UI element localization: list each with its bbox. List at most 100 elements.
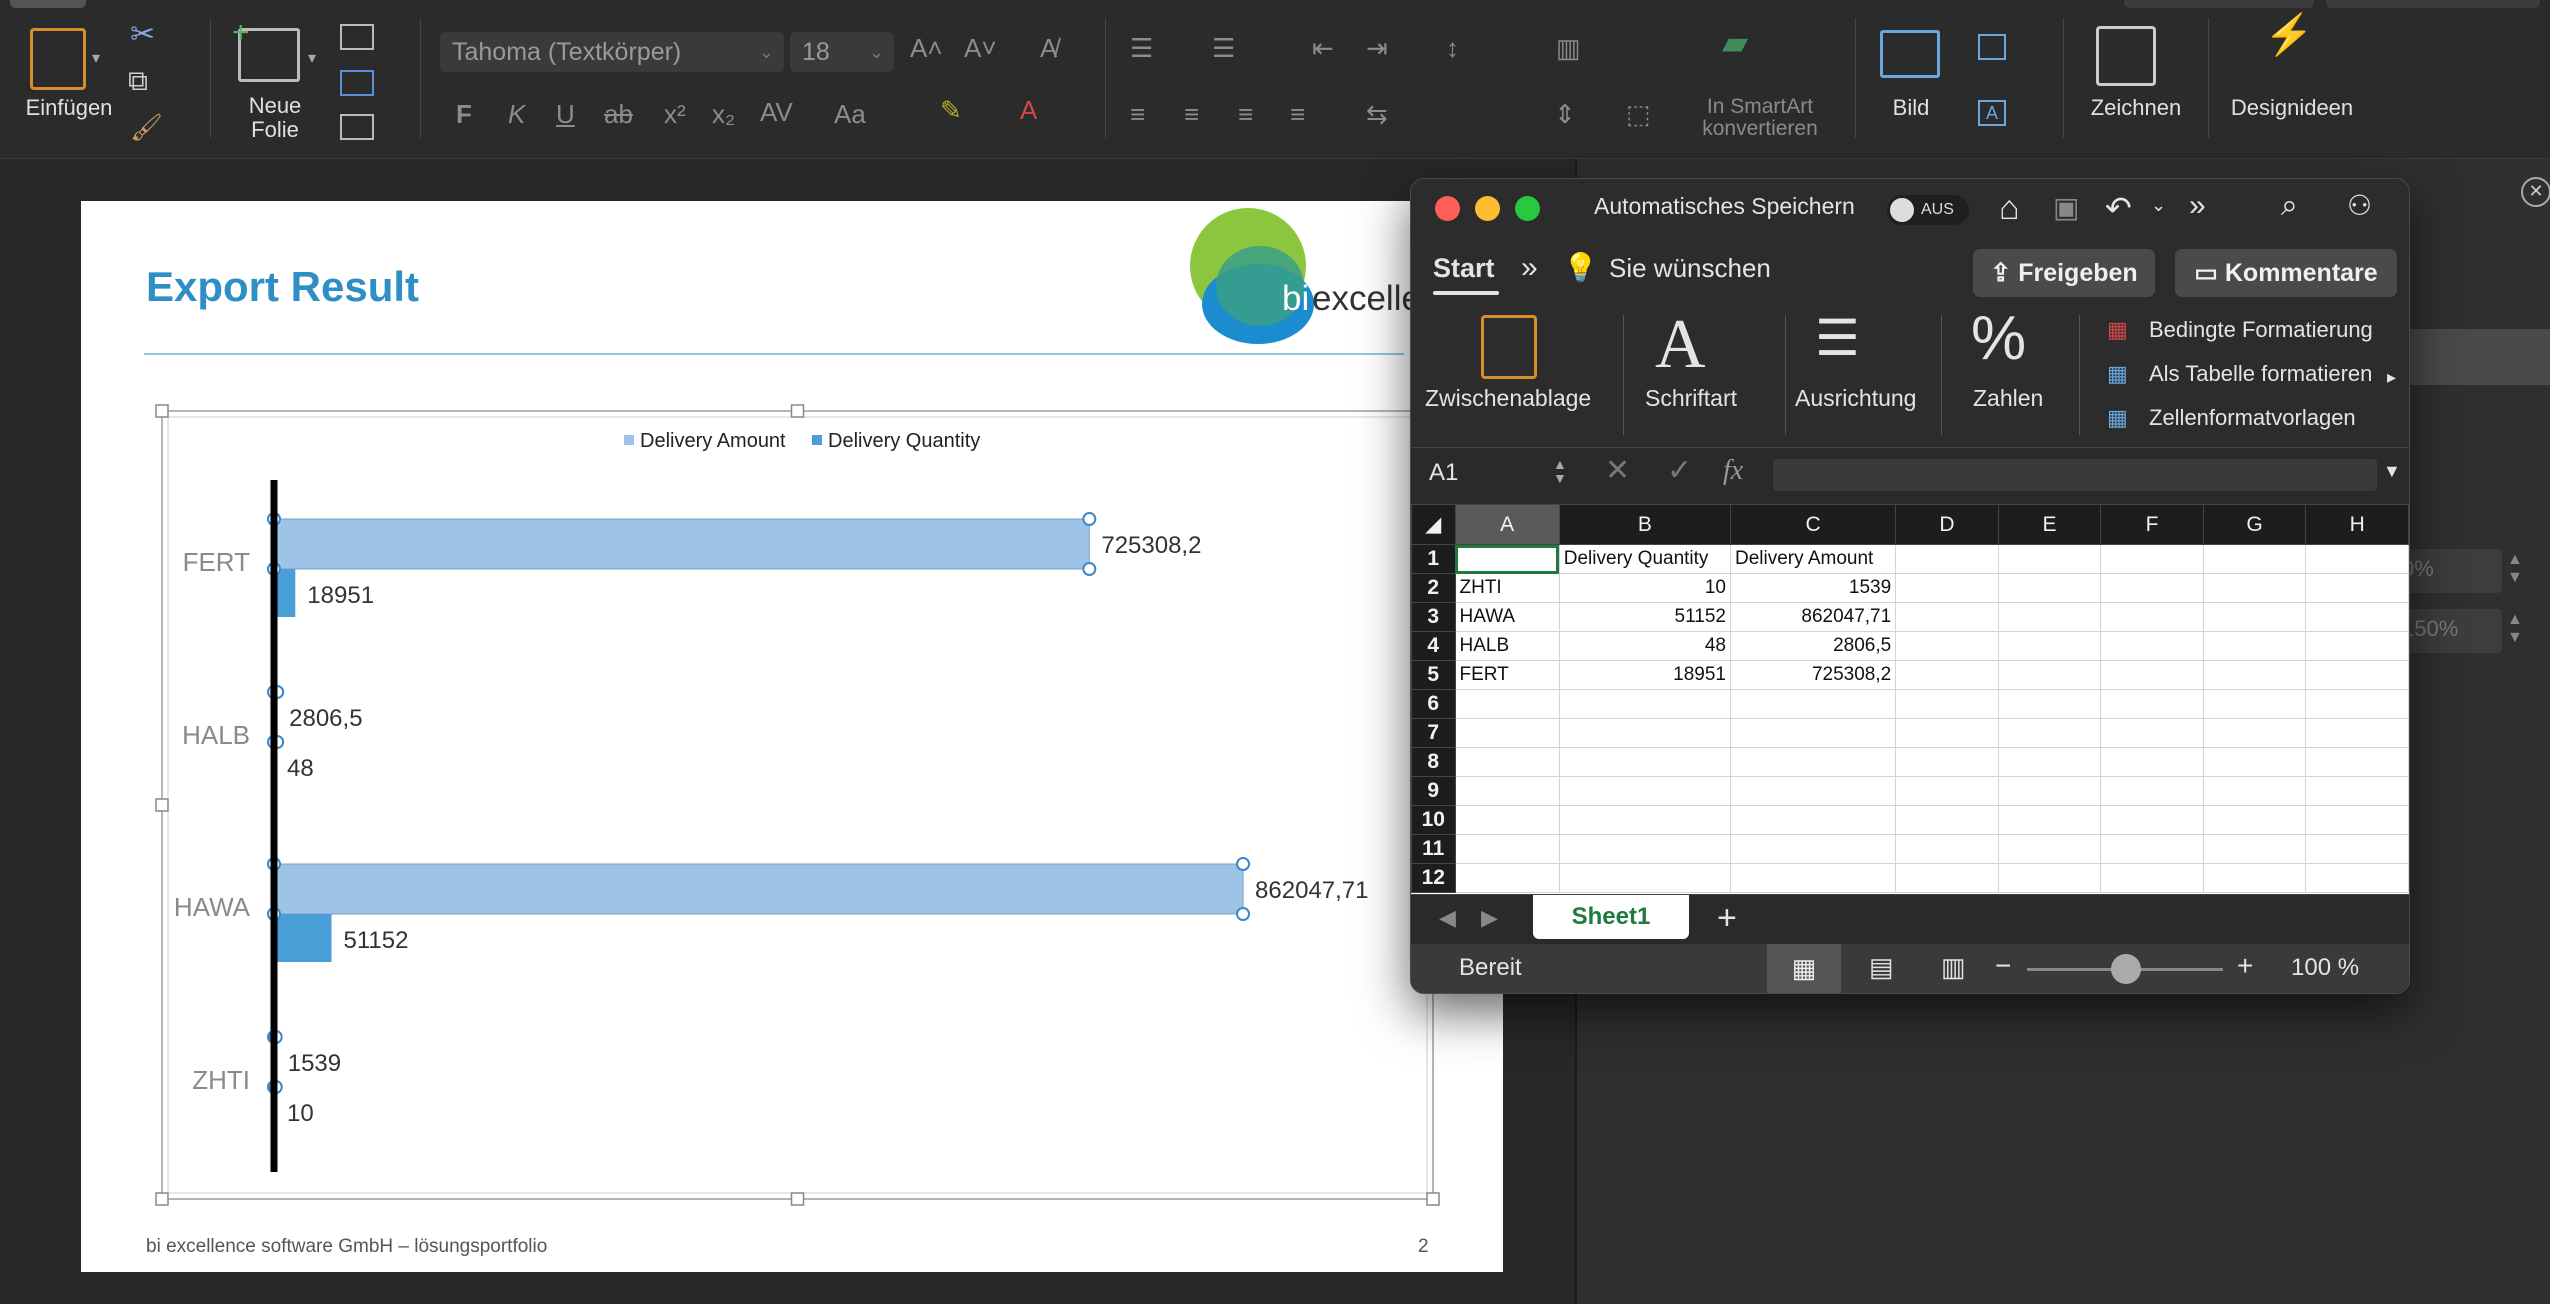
cell-empty[interactable] <box>1997 689 2102 719</box>
cell-empty[interactable] <box>2305 718 2409 748</box>
cell-empty[interactable] <box>2100 602 2204 632</box>
cell-empty[interactable] <box>1997 863 2102 893</box>
ribbon-top-button[interactable] <box>2124 0 2314 8</box>
cell-a2[interactable]: ZHTI <box>1454 573 1560 603</box>
clipboard-icon[interactable] <box>1481 315 1537 379</box>
cell-a8[interactable] <box>1454 747 1560 777</box>
cell-empty[interactable] <box>2202 834 2307 864</box>
cell-a5[interactable]: FERT <box>1454 660 1560 690</box>
cell-c2[interactable]: 1539 <box>1729 573 1897 603</box>
tell-me-field[interactable]: Sie wünschen <box>1609 253 1771 284</box>
column-header[interactable]: G <box>2202 504 2307 545</box>
autosave-toggle[interactable]: AUS <box>1887 195 1969 225</box>
excel-window[interactable]: Automatisches Speichern AUS ⌂ ▣ ↶ ⌄ » ⌕ … <box>1410 178 2410 994</box>
zoom-in-button[interactable]: + <box>2237 950 2253 982</box>
page-break-icon[interactable]: ▥ <box>1941 952 1966 983</box>
cell-empty[interactable] <box>1895 863 1999 893</box>
cell-empty[interactable] <box>2305 573 2409 603</box>
number-group[interactable]: Zahlen <box>1973 385 2043 412</box>
more-commands-icon[interactable]: » <box>2189 189 2206 223</box>
cell-empty[interactable] <box>2305 631 2409 661</box>
share-button[interactable]: ⇪ Freigeben <box>1973 249 2155 297</box>
enter-icon[interactable]: ✓ <box>1667 453 1692 488</box>
row-header[interactable]: 2 <box>1411 573 1456 603</box>
row-header[interactable]: 7 <box>1411 718 1456 748</box>
cell-a1[interactable] <box>1454 544 1560 574</box>
cell-empty[interactable] <box>1895 805 1999 835</box>
cell-b4[interactable]: 48 <box>1558 631 1731 661</box>
smartart-icon[interactable]: ▰ <box>1722 26 1792 68</box>
cell-empty[interactable] <box>2305 689 2409 719</box>
cell-empty[interactable] <box>2305 544 2409 574</box>
cell-empty[interactable] <box>1895 602 1999 632</box>
cell-empty[interactable] <box>2305 747 2409 777</box>
ribbon-scroll-right-icon[interactable]: ▸ <box>2387 367 2396 388</box>
chevron-down-icon[interactable]: ⌄ <box>2151 195 2166 216</box>
cell-empty[interactable] <box>2305 776 2409 806</box>
page-layout-icon[interactable]: ▤ <box>1869 952 1894 983</box>
alignment-group[interactable]: Ausrichtung <box>1795 385 1916 412</box>
sheet-tab-active[interactable]: Sheet1 <box>1533 895 1689 939</box>
row-header[interactable]: 12 <box>1411 863 1456 893</box>
cell-b8[interactable] <box>1558 747 1731 777</box>
percent-icon[interactable]: % <box>1971 303 2026 374</box>
zoom-window-button[interactable] <box>1515 196 1540 221</box>
cell-empty[interactable] <box>2100 834 2204 864</box>
cell-b12[interactable] <box>1558 863 1731 893</box>
clipboard-group[interactable]: Zwischenablage <box>1425 385 1591 412</box>
cell-empty[interactable] <box>2100 863 2204 893</box>
cell-empty[interactable] <box>1997 631 2102 661</box>
row-header[interactable]: 9 <box>1411 776 1456 806</box>
account-icon[interactable]: ⚇ <box>2347 189 2372 222</box>
draw-button[interactable]: Zeichnen <box>2076 96 2196 120</box>
bar-handle[interactable] <box>1082 562 1097 576</box>
zoom-level[interactable]: 100 % <box>2291 954 2359 982</box>
cell-c5[interactable]: 725308,2 <box>1729 660 1897 690</box>
picture-button[interactable]: Bild <box>1866 96 1956 120</box>
chart-marks[interactable]: FERT 725308,2 18951 HALB 2806,5 48 HAWA 862047,… <box>174 480 1369 1172</box>
cell-empty[interactable] <box>2202 718 2307 748</box>
cell-empty[interactable] <box>2202 863 2307 893</box>
close-pane-icon[interactable]: ✕ <box>2521 177 2550 207</box>
column-header[interactable]: E <box>1997 504 2102 545</box>
cell-empty[interactable] <box>2100 631 2204 661</box>
cell-empty[interactable] <box>1997 718 2102 748</box>
bar-delivery-amount[interactable] <box>273 863 1244 915</box>
design-ideas-button[interactable]: Designideen <box>2222 96 2362 120</box>
minimize-window-button[interactable] <box>1475 196 1500 221</box>
textbox-icon[interactable]: A <box>1978 100 2006 126</box>
bar-delivery-amount[interactable] <box>273 518 1090 570</box>
row-header[interactable]: 1 <box>1411 544 1456 574</box>
font-group[interactable]: Schriftart <box>1645 385 1737 412</box>
cancel-icon[interactable]: ✕ <box>1605 453 1630 488</box>
font-icon[interactable]: A <box>1655 305 1706 385</box>
cell-empty[interactable] <box>2100 660 2204 690</box>
cell-b3[interactable]: 51152 <box>1558 602 1731 632</box>
zoom-out-button[interactable]: − <box>1995 950 2011 982</box>
row-header[interactable]: 8 <box>1411 747 1456 777</box>
cell-empty[interactable] <box>2202 689 2307 719</box>
shapes-icon[interactable] <box>1978 34 2006 60</box>
column-header[interactable]: H <box>2305 504 2409 545</box>
cell-empty[interactable] <box>2202 544 2307 574</box>
cell-empty[interactable] <box>2305 660 2409 690</box>
cell-empty[interactable] <box>1997 602 2102 632</box>
conditional-format-button[interactable]: Bedingte Formatierung <box>2149 317 2373 343</box>
cell-empty[interactable] <box>2100 747 2204 777</box>
tab-start[interactable]: Start <box>1433 253 1495 284</box>
row-header[interactable]: 10 <box>1411 805 1456 835</box>
cell-empty[interactable] <box>2100 573 2204 603</box>
cell-empty[interactable] <box>2202 660 2307 690</box>
cell-empty[interactable] <box>1895 631 1999 661</box>
cell-styles-button[interactable]: Zellenformatvorlagen <box>2149 405 2356 431</box>
row-header[interactable]: 4 <box>1411 631 1456 661</box>
normal-view-button[interactable]: ▦ <box>1767 944 1841 993</box>
spreadsheet-grid[interactable]: ◢ A B C D E F G H 1 Delivery Quantity Deli… <box>1411 504 2409 894</box>
cell-b7[interactable] <box>1558 718 1731 748</box>
formula-input[interactable] <box>1773 459 2377 491</box>
resize-handle[interactable] <box>155 798 169 812</box>
cell-b2[interactable]: 10 <box>1558 573 1731 603</box>
cell-empty[interactable] <box>1895 573 1999 603</box>
resize-handle[interactable] <box>155 404 169 418</box>
cell-empty[interactable] <box>2202 631 2307 661</box>
